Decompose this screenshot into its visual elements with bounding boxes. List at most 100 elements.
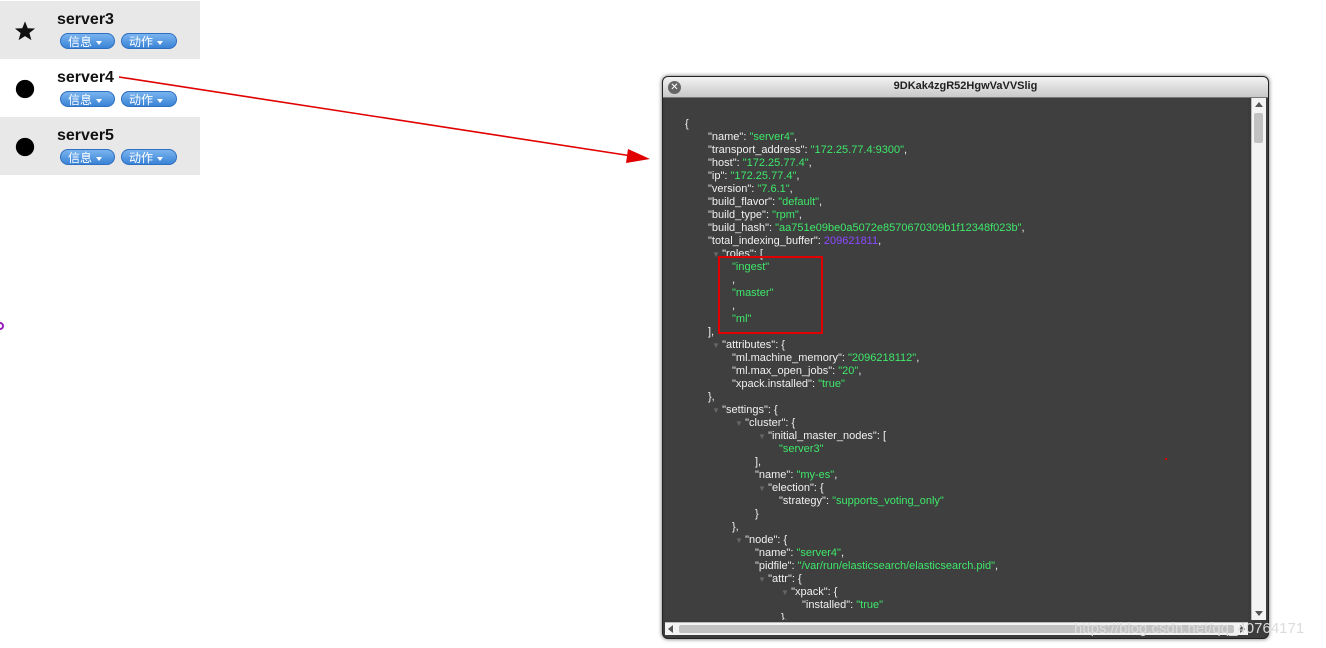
circle-icon — [15, 137, 35, 157]
json-line: ▼ "attr": { — [758, 573, 802, 586]
json-line: "server3" — [779, 443, 824, 456]
json-value: "172.25.77.4" — [730, 170, 797, 182]
info-label: 信息 — [68, 35, 93, 49]
json-value: "/var/run/elasticsearch/elasticsearch.pi… — [797, 560, 996, 572]
json-line: "transport_address": "172.25.77.4:9300", — [708, 144, 907, 157]
json-key: "total_indexing_buffer": — [708, 235, 824, 247]
json-key: "ml.max_open_jobs": — [732, 365, 839, 377]
node-info-dialog: ✕ 9DKak4zgR52HgwVaVVSlig { "name": "serve… — [662, 76, 1269, 639]
watermark: https://blog.csdn.net/qq_40764171 — [1074, 620, 1305, 637]
action-label: 动作 — [129, 151, 154, 165]
collapse-toggle-icon[interactable]: ▼ — [758, 484, 768, 493]
json-line: "name": "server4", — [755, 547, 844, 560]
json-line: "total_indexing_buffer": 209621811, — [708, 235, 881, 248]
json-line: ▼ "node": { — [735, 534, 787, 547]
json-value: 209621811 — [823, 235, 879, 247]
json-key: "ml.machine_memory": — [732, 352, 849, 364]
star-icon — [14, 21, 36, 41]
json-value: "true" — [818, 378, 845, 390]
info-dropdown-button[interactable]: 信息 — [60, 91, 115, 107]
json-punct: , — [834, 469, 838, 481]
action-dropdown-button[interactable]: 动作 — [121, 91, 177, 107]
json-key: "pidfile": — [755, 560, 798, 572]
json-punct: , — [798, 209, 802, 221]
json-key: "election": { — [768, 482, 824, 494]
json-key: "strategy": — [779, 495, 833, 507]
json-key: "build_type": — [708, 209, 773, 221]
json-punct: , — [808, 157, 812, 169]
collapse-toggle-icon[interactable]: ▼ — [735, 419, 745, 428]
collapse-toggle-icon[interactable]: ▼ — [735, 536, 745, 545]
json-punct: , — [793, 131, 798, 143]
caret-down-icon — [96, 40, 103, 45]
json-punct: , — [916, 352, 920, 364]
server-name[interactable]: server4 — [57, 69, 114, 87]
json-punct: , — [995, 560, 999, 572]
json-line: ▼ "election": { — [758, 482, 824, 495]
json-value: "default" — [778, 196, 820, 208]
json-punct: , — [789, 183, 793, 195]
json-key: "xpack": { — [791, 586, 838, 598]
json-punct: , — [904, 144, 908, 156]
action-label: 动作 — [129, 35, 154, 49]
marker-dot — [0, 322, 4, 330]
json-line: ], — [755, 456, 761, 469]
json-line: ▼ "xpack": { — [781, 586, 837, 599]
json-punct: , — [840, 547, 845, 559]
server-row[interactable]: server4 信息 动作 — [0, 59, 200, 117]
json-punct: { — [685, 118, 689, 130]
json-line: "name": "my-es", — [755, 469, 837, 482]
collapse-toggle-icon[interactable]: ▼ — [781, 588, 791, 597]
json-value: "supports_voting_only" — [832, 495, 944, 507]
collapse-toggle-icon[interactable]: ▼ — [712, 406, 722, 415]
json-key: "attr": { — [768, 573, 802, 585]
json-key: "name": — [708, 131, 750, 143]
json-line: "name": "server4", — [708, 131, 797, 144]
scroll-left-icon[interactable] — [668, 625, 673, 633]
scroll-down-icon[interactable] — [1255, 611, 1263, 616]
collapse-toggle-icon[interactable]: ▼ — [758, 432, 768, 441]
json-line: ], — [708, 326, 714, 339]
server-name: server3 — [57, 11, 114, 28]
json-key: "attributes": { — [722, 339, 785, 351]
server-row[interactable]: server5 信息 动作 — [0, 117, 200, 175]
json-value: "2096218112" — [848, 352, 917, 364]
json-punct: ], — [755, 456, 762, 468]
action-dropdown-button[interactable]: 动作 — [121, 149, 177, 165]
json-punct: , — [858, 365, 862, 377]
json-line: ▼ "attributes": { — [712, 339, 785, 352]
collapse-toggle-icon[interactable]: ▼ — [712, 341, 722, 350]
json-key: "settings": { — [722, 404, 778, 416]
json-punct: , — [1021, 222, 1025, 234]
caret-down-icon — [157, 98, 164, 103]
circle-icon — [15, 79, 35, 99]
json-line: { — [685, 118, 689, 131]
dialog-titlebar[interactable]: ✕ 9DKak4zgR52HgwVaVVSlig — [663, 77, 1268, 98]
json-line: }, — [781, 612, 788, 620]
action-dropdown-button[interactable]: 动作 — [121, 33, 177, 49]
json-punct: ], — [708, 326, 715, 338]
scroll-thumb[interactable] — [1254, 113, 1263, 143]
json-line: "build_flavor": "default", — [708, 196, 822, 209]
json-line: "version": "7.6.1", — [708, 183, 793, 196]
json-key: "name": — [755, 547, 797, 559]
json-key: "xpack.installed": — [732, 378, 819, 390]
json-punct: } — [755, 508, 759, 520]
caret-down-icon — [157, 156, 164, 161]
info-dropdown-button[interactable]: 信息 — [60, 33, 115, 49]
json-key: "node": { — [745, 534, 788, 546]
json-line: "build_type": "rpm", — [708, 209, 802, 222]
scroll-up-icon[interactable] — [1255, 102, 1263, 107]
json-value: "server4" — [796, 547, 841, 559]
json-value: "rpm" — [772, 209, 799, 221]
collapse-toggle-icon[interactable]: ▼ — [758, 575, 768, 584]
json-viewer: {"name": "server4", "transport_address": … — [665, 98, 1248, 620]
info-label: 信息 — [68, 93, 93, 107]
json-punct: , — [796, 170, 800, 182]
json-line: "installed": "true" — [802, 599, 883, 612]
info-label: 信息 — [68, 151, 93, 165]
json-line: "ml.machine_memory": "2096218112", — [732, 352, 919, 365]
server-row[interactable]: server3 信息 动作 — [0, 1, 200, 59]
info-dropdown-button[interactable]: 信息 — [60, 149, 115, 165]
vertical-scrollbar[interactable] — [1251, 98, 1266, 620]
